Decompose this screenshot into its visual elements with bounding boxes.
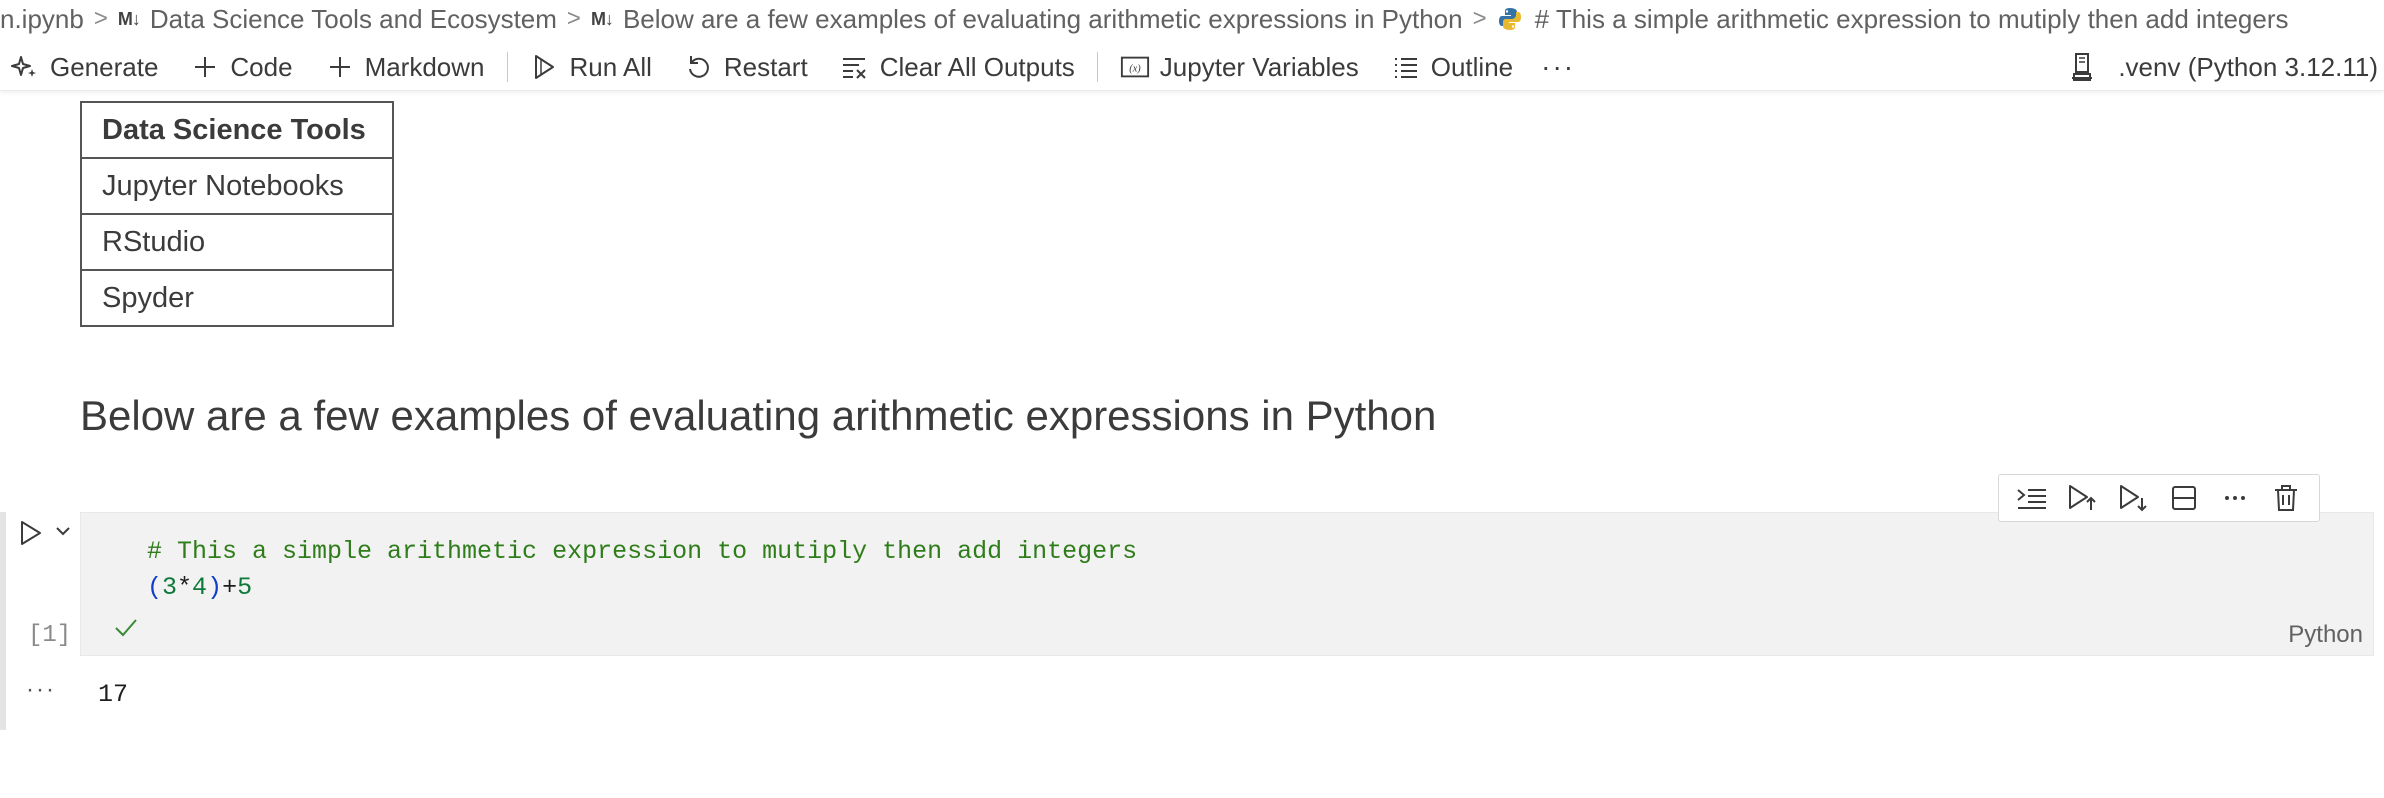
markdown-label: Markdown [364,51,485,82]
run-all-button[interactable]: Run All [530,52,652,83]
add-markdown-cell-button[interactable]: Markdown [325,52,485,83]
code-editor[interactable]: # This a simple arithmetic expression to… [80,512,2374,656]
breadcrumb-item-code[interactable]: # This a simple arithmetic expression to… [1497,4,2289,35]
code-token: 3 [162,573,178,602]
table-cell: RStudio [80,213,394,271]
cell-toolbar [1998,474,2320,522]
more-actions-button[interactable]: ··· [1541,51,1575,83]
add-code-cell-button[interactable]: Code [190,51,293,83]
code-token: + [222,573,238,602]
plus-icon [325,52,355,82]
chevron-right-icon: > [1472,5,1487,32]
code-expression: (3*4)+5 [147,573,252,602]
breadcrumb-item-label: Data Science Tools and Ecosystem [149,3,557,34]
cell-output: 17 [98,680,129,709]
more-icon[interactable] [2215,478,2255,518]
code-token: 5 [237,573,253,602]
table-cell: Jupyter Notebooks [80,157,394,215]
split-cell-icon[interactable] [2164,478,2204,518]
breadcrumb-item-markdown-1[interactable]: M↓ Data Science Tools and Ecosystem [118,4,557,35]
code-token: ) [207,573,223,602]
sparkle-icon [10,52,40,82]
generate-label: Generate [50,51,159,82]
python-icon [1497,6,1523,32]
toolbar-divider [506,52,508,82]
breadcrumb-item-markdown-2[interactable]: M↓ Below are a few examples of evaluatin… [591,4,1463,35]
kernel-picker[interactable]: .venv (Python 3.12.11) [2068,44,2378,90]
kernel-label: .venv (Python 3.12.11) [2118,51,2378,82]
clear-all-outputs-button[interactable]: Clear All Outputs [840,52,1075,83]
output-focus-indicator [0,664,6,730]
table-header-cell: Data Science Tools [80,101,394,159]
table-row: Spyder [80,269,394,327]
chevron-right-icon: > [566,5,581,32]
output-more-button[interactable]: ··· [26,676,56,704]
chevron-down-icon[interactable] [54,522,72,545]
breadcrumb-item-label: # This a simple arithmetic expression to… [1534,3,2289,34]
run-all-label: Run All [569,51,652,82]
restart-label: Restart [723,51,808,82]
table-cell: Spyder [80,269,394,327]
restart-icon [684,52,714,82]
success-check-icon [113,617,139,644]
data-science-tools-table: Data Science Tools Jupyter Notebooks RSt… [80,101,394,327]
plus-icon [190,52,220,82]
table-row: Jupyter Notebooks [80,157,394,215]
variables-icon: (x) [1120,52,1150,82]
run-cell-button[interactable] [18,518,44,553]
svg-text:(x): (x) [1129,64,1141,75]
generate-button[interactable]: Generate [10,52,158,83]
code-token: 4 [192,573,208,602]
markdown-heading: Below are a few examples of evaluating a… [80,392,1437,439]
run-below-icon[interactable] [2114,478,2154,518]
toolbar-divider [1096,52,1098,82]
breadcrumb: n.ipynb > M↓ Data Science Tools and Ecos… [0,0,2384,38]
breadcrumb-file[interactable]: n.ipynb [0,4,84,35]
clear-outputs-icon [840,52,870,82]
jupyter-variables-button[interactable]: (x) Jupyter Variables [1120,52,1359,83]
trash-icon[interactable] [2266,478,2306,518]
markdown-icon: M↓ [117,8,141,29]
clear-all-outputs-label: Clear All Outputs [879,51,1075,82]
restart-button[interactable]: Restart [684,52,808,83]
code-comment: # This a simple arithmetic expression to… [147,537,1138,566]
outline-icon [1391,52,1421,82]
outline-label: Outline [1430,51,1514,82]
code-token: * [177,573,193,602]
kernel-icon [2068,52,2096,82]
breadcrumb-item-label: Below are a few examples of evaluating a… [622,3,1463,34]
table-header-row: Data Science Tools [80,101,394,159]
execution-count: [1] [28,622,72,649]
notebook-toolbar: Generate Code Markdown Run All Restart C… [0,44,2384,91]
code-token: ( [147,573,163,602]
chevron-right-icon: > [93,5,108,32]
run-all-icon [530,52,560,82]
run-above-icon[interactable] [2063,478,2103,518]
execute-above-icon[interactable] [2012,478,2052,518]
cell-language-label[interactable]: Python [2288,621,2363,649]
markdown-icon: M↓ [590,8,614,29]
outline-button[interactable]: Outline [1391,52,1513,83]
breadcrumb-file-label: n.ipynb [0,3,84,34]
jupyter-variables-label: Jupyter Variables [1159,51,1359,82]
table-row: RStudio [80,213,394,271]
code-label: Code [230,51,293,82]
